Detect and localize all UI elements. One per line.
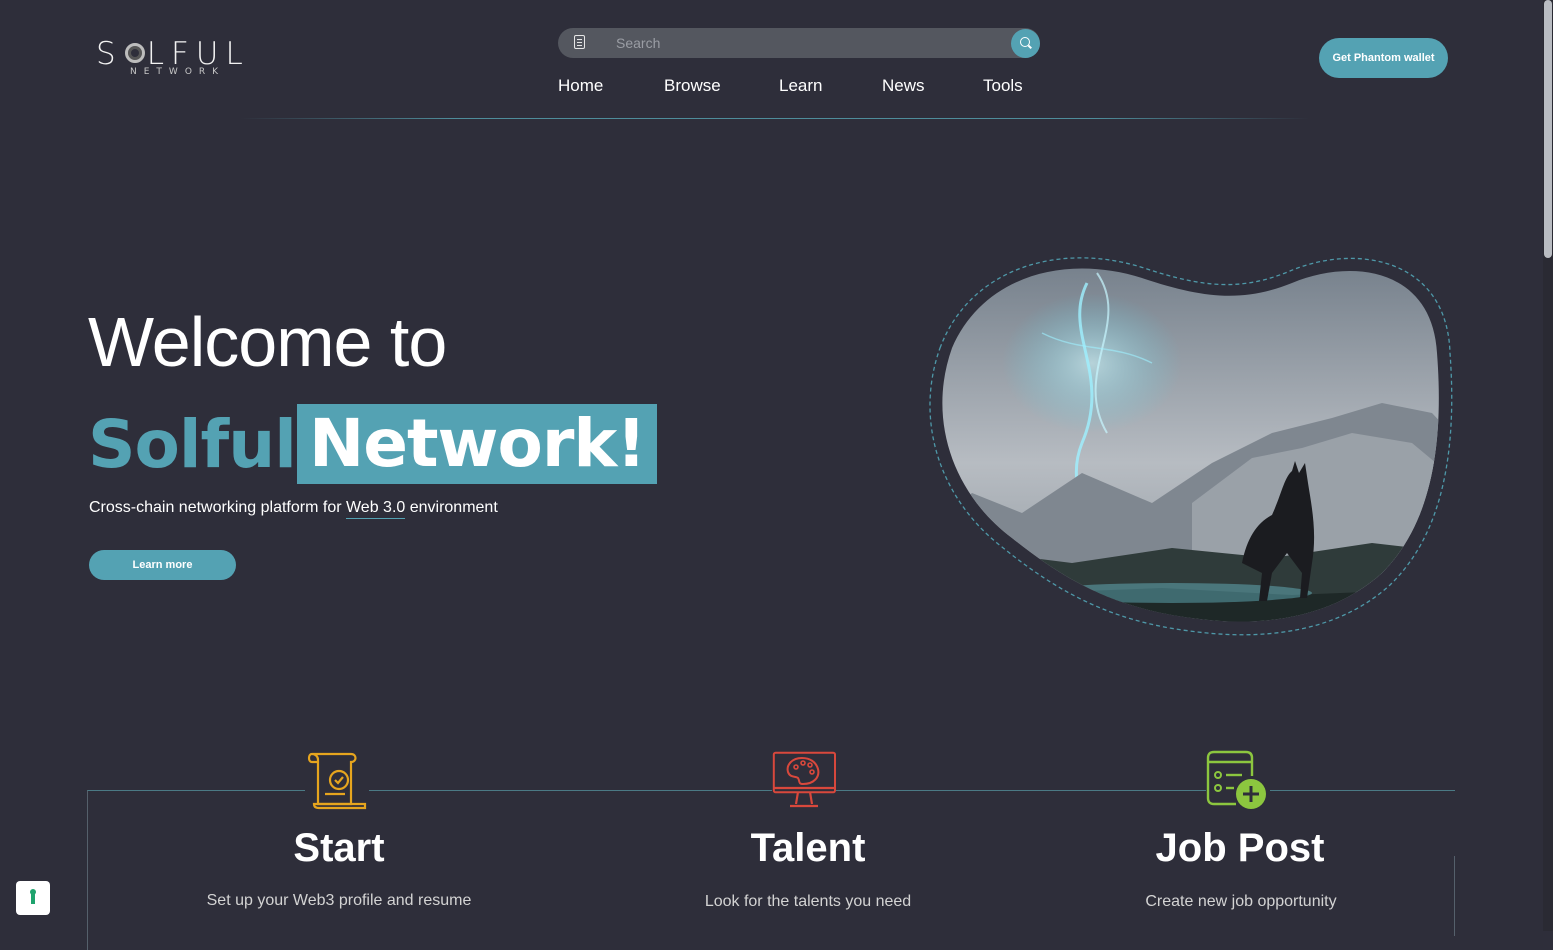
tagline-suffix: environment: [405, 499, 498, 516]
hero-tagline: Cross-chain networking platform for Web …: [89, 499, 498, 519]
feature-talent-title: Talent: [750, 826, 866, 870]
page-scrollbar[interactable]: [1543, 0, 1553, 931]
nav-tools[interactable]: Tools: [983, 76, 1023, 96]
hero-illustration: [929, 257, 1453, 636]
hero-brand-solful: Solful: [88, 406, 297, 483]
list-add-icon: [1206, 750, 1270, 812]
features-frame-edge: [1454, 856, 1455, 936]
search-button[interactable]: [1011, 29, 1040, 58]
nav-news[interactable]: News: [882, 76, 925, 96]
nav-browse[interactable]: Browse: [664, 76, 721, 96]
feature-start-title: Start: [293, 826, 385, 870]
logo-subtitle: NETWORK: [130, 67, 226, 77]
hero-heading: Welcome to: [88, 303, 447, 381]
nav-learn[interactable]: Learn: [779, 76, 822, 96]
feature-start-desc: Set up your Web3 profile and resume: [206, 892, 472, 909]
search-icon: [1020, 37, 1030, 47]
header-divider: [240, 118, 1310, 119]
learn-more-button[interactable]: Learn more: [89, 550, 236, 580]
tagline-prefix: Cross-chain networking platform for: [89, 499, 346, 516]
hero-brand-network: Network!: [297, 404, 658, 484]
site-logo[interactable]: S LFUL NETWORK: [96, 36, 266, 86]
keyhole-icon: [30, 889, 36, 904]
monitor-palette-icon: [772, 750, 836, 812]
document-icon[interactable]: [574, 35, 585, 49]
search-input[interactable]: [606, 28, 1006, 58]
scroll-check-icon: [305, 750, 369, 812]
feature-job-post-title: Job Post: [1155, 826, 1325, 870]
password-manager-button[interactable]: [16, 881, 50, 915]
feature-job-post-desc: Create new job opportunity: [1145, 893, 1337, 910]
logo-ring-icon: [124, 42, 145, 63]
search-bar: [558, 28, 1040, 58]
nav-home[interactable]: Home: [558, 76, 603, 96]
tagline-highlight: Web 3.0: [345, 499, 406, 519]
get-phantom-wallet-button[interactable]: Get Phantom wallet: [1319, 38, 1448, 78]
scrollbar-thumb[interactable]: [1544, 0, 1552, 258]
feature-talent-desc: Look for the talents you need: [704, 893, 912, 910]
